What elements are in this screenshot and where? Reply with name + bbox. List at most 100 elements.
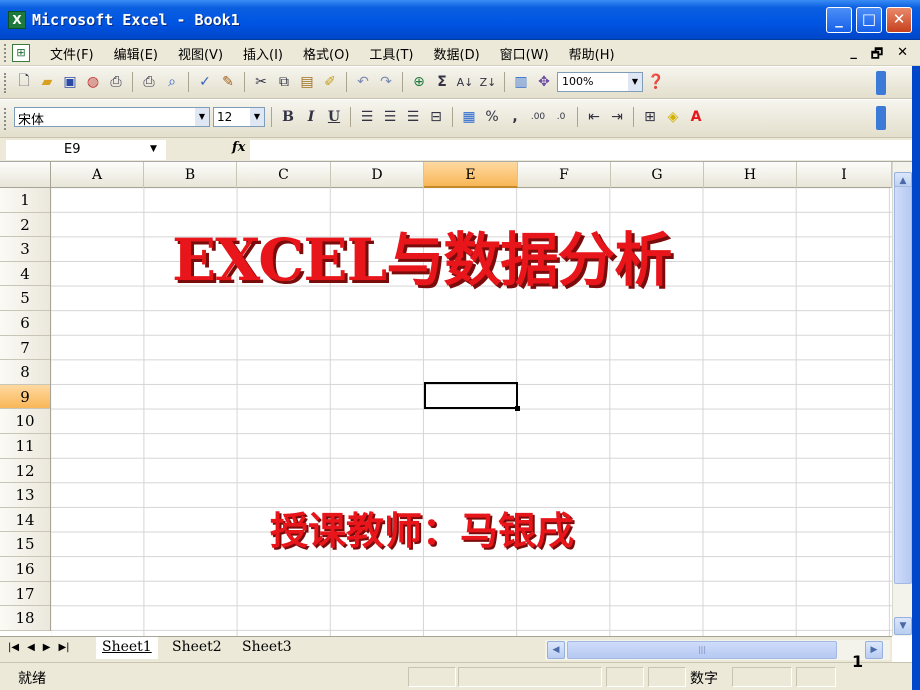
column-header[interactable]: F bbox=[518, 162, 611, 188]
sort-ascending-icon[interactable]: A↓ bbox=[455, 72, 475, 92]
menu-view[interactable]: 视图(V) bbox=[178, 44, 223, 63]
name-box[interactable]: E9 bbox=[6, 140, 166, 160]
row-header[interactable]: 13 bbox=[0, 483, 50, 508]
permission-icon[interactable]: ◍ bbox=[83, 72, 103, 92]
tab-sheet2[interactable]: Sheet2 bbox=[166, 637, 228, 659]
column-header[interactable]: B bbox=[144, 162, 237, 188]
chart-wizard-icon[interactable]: ▥ bbox=[511, 72, 531, 92]
doc-close-button[interactable]: ✕ bbox=[897, 45, 908, 67]
menu-tools[interactable]: 工具(T) bbox=[369, 44, 413, 63]
new-icon[interactable]: 🗋 bbox=[14, 72, 34, 92]
print-lock-icon[interactable]: ⎙ bbox=[106, 72, 126, 92]
select-all-corner[interactable] bbox=[0, 162, 51, 188]
row-header[interactable]: 4 bbox=[0, 262, 50, 287]
row-header[interactable]: 5 bbox=[0, 286, 50, 311]
bold-button[interactable]: B bbox=[278, 107, 298, 127]
paste-icon[interactable]: ▤ bbox=[297, 72, 317, 92]
print-icon[interactable]: ⎙ bbox=[139, 72, 159, 92]
insert-function-button[interactable]: fx bbox=[232, 140, 245, 155]
print-preview-icon[interactable]: ⌕ bbox=[162, 72, 182, 92]
column-header[interactable]: I bbox=[797, 162, 892, 188]
zoom-dropdown-icon[interactable]: ▼ bbox=[628, 73, 642, 91]
maximize-button[interactable]: □ bbox=[856, 7, 882, 33]
row-header[interactable]: 17 bbox=[0, 582, 50, 607]
increase-decimal-icon[interactable]: .00 bbox=[528, 107, 548, 127]
underline-button[interactable]: U bbox=[324, 107, 344, 127]
toolbar-options-icon[interactable] bbox=[876, 106, 886, 130]
decrease-decimal-icon[interactable]: .0 bbox=[551, 107, 571, 127]
column-header[interactable]: D bbox=[331, 162, 424, 188]
row-header[interactable]: 7 bbox=[0, 336, 50, 361]
zoom-select[interactable]: 100% ▼ bbox=[557, 72, 643, 92]
excel-app-icon[interactable]: X bbox=[8, 11, 26, 29]
toolbar-options-icon[interactable] bbox=[876, 71, 886, 95]
horizontal-scroll-thumb[interactable]: ||| bbox=[567, 641, 837, 659]
drawing-icon[interactable]: ✥ bbox=[534, 72, 554, 92]
row-header[interactable]: 18 bbox=[0, 606, 50, 631]
next-sheet-icon[interactable]: ▶ bbox=[43, 642, 51, 653]
toolbar-grip[interactable] bbox=[4, 73, 7, 93]
sort-descending-icon[interactable]: Z↓ bbox=[478, 72, 498, 92]
toolbar-grip[interactable] bbox=[4, 108, 7, 130]
horizontal-scrollbar[interactable]: ◀ ||| ▶ bbox=[545, 640, 890, 660]
cut-icon[interactable]: ✂ bbox=[251, 72, 271, 92]
currency-icon[interactable]: ▦ bbox=[459, 107, 479, 127]
formula-input[interactable] bbox=[250, 140, 918, 160]
column-header[interactable]: C bbox=[237, 162, 331, 188]
row-header[interactable]: 8 bbox=[0, 360, 50, 385]
menu-help[interactable]: 帮助(H) bbox=[569, 44, 615, 63]
row-header[interactable]: 1 bbox=[0, 188, 50, 213]
menu-file[interactable]: 文件(F) bbox=[50, 44, 94, 63]
open-icon[interactable]: ▰ bbox=[37, 72, 57, 92]
menu-insert[interactable]: 插入(I) bbox=[243, 44, 283, 63]
menu-edit[interactable]: 编辑(E) bbox=[114, 44, 158, 63]
row-header-active[interactable]: 9 bbox=[0, 384, 50, 410]
first-sheet-icon[interactable]: |◀ bbox=[8, 642, 19, 653]
autosum-icon[interactable]: Σ bbox=[432, 72, 452, 92]
increase-indent-icon[interactable]: ⇥ bbox=[607, 107, 627, 127]
copy-icon[interactable]: ⧉ bbox=[274, 72, 294, 92]
scroll-down-icon[interactable]: ▼ bbox=[894, 617, 912, 635]
last-sheet-icon[interactable]: ▶| bbox=[58, 642, 69, 653]
align-center-icon[interactable]: ☰ bbox=[380, 107, 400, 127]
row-header[interactable]: 14 bbox=[0, 508, 50, 533]
spelling-icon[interactable]: ✓ bbox=[195, 72, 215, 92]
workbook-icon[interactable]: ⊞ bbox=[12, 44, 30, 62]
column-header[interactable]: H bbox=[704, 162, 797, 188]
merge-center-icon[interactable]: ⊟ bbox=[426, 107, 446, 127]
italic-button[interactable]: I bbox=[301, 107, 321, 127]
format-painter-icon[interactable]: ✐ bbox=[320, 72, 340, 92]
size-dropdown-icon[interactable]: ▼ bbox=[250, 108, 264, 126]
prev-sheet-icon[interactable]: ◀ bbox=[27, 642, 35, 653]
close-button[interactable]: ✕ bbox=[886, 7, 912, 33]
selected-cell[interactable] bbox=[424, 382, 520, 411]
tab-sheet1[interactable]: Sheet1 bbox=[96, 637, 158, 659]
research-icon[interactable]: ✎ bbox=[218, 72, 238, 92]
doc-minimize-button[interactable]: _ bbox=[850, 45, 857, 67]
menu-grip[interactable] bbox=[4, 44, 7, 62]
font-dropdown-icon[interactable]: ▼ bbox=[195, 108, 209, 126]
column-header[interactable]: A bbox=[51, 162, 144, 188]
name-box-dropdown-icon[interactable]: ▼ bbox=[150, 144, 157, 154]
align-left-icon[interactable]: ☰ bbox=[357, 107, 377, 127]
scroll-left-icon[interactable]: ◀ bbox=[547, 641, 565, 659]
row-header[interactable]: 2 bbox=[0, 213, 50, 238]
align-right-icon[interactable]: ☰ bbox=[403, 107, 423, 127]
menu-data[interactable]: 数据(D) bbox=[434, 44, 480, 63]
row-header[interactable]: 16 bbox=[0, 557, 50, 582]
tab-sheet3[interactable]: Sheet3 bbox=[236, 637, 298, 659]
menu-format[interactable]: 格式(O) bbox=[303, 44, 349, 63]
column-header-active[interactable]: E bbox=[424, 162, 518, 188]
row-header[interactable]: 10 bbox=[0, 409, 50, 434]
borders-icon[interactable]: ⊞ bbox=[640, 107, 660, 127]
minimize-button[interactable]: _ bbox=[826, 7, 852, 33]
doc-restore-button[interactable]: 🗗 bbox=[871, 45, 883, 67]
percent-button[interactable]: % bbox=[482, 107, 502, 127]
scroll-right-icon[interactable]: ▶ bbox=[865, 641, 883, 659]
vertical-scrollbar[interactable]: ▲ ▼ bbox=[892, 162, 912, 636]
font-name-select[interactable]: 宋体 ▼ bbox=[14, 107, 210, 128]
hyperlink-icon[interactable]: ⊕ bbox=[409, 72, 429, 92]
row-header[interactable]: 11 bbox=[0, 434, 50, 459]
redo-icon[interactable]: ↷ bbox=[376, 72, 396, 92]
decrease-indent-icon[interactable]: ⇤ bbox=[584, 107, 604, 127]
